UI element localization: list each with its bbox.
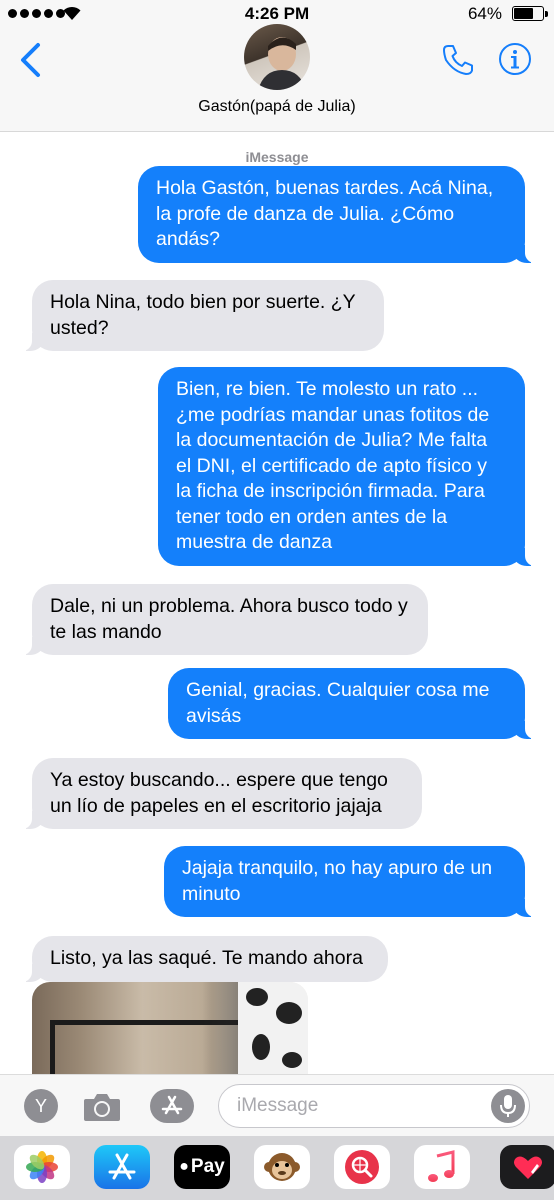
photos-icon bbox=[26, 1151, 58, 1183]
contact-name[interactable]: Gastón(papá de Julia) bbox=[0, 98, 554, 116]
chevron-left-icon[interactable] bbox=[18, 42, 42, 78]
apple-logo-icon: ● bbox=[179, 1158, 189, 1175]
app-store-icon bbox=[161, 1095, 183, 1115]
dictation-button[interactable] bbox=[491, 1089, 525, 1123]
web-search-app[interactable] bbox=[334, 1145, 390, 1189]
sent-message[interactable]: Genial, gracias. Cualquier cosa me avisá… bbox=[168, 668, 537, 739]
app-store-icon bbox=[108, 1153, 136, 1180]
conversation-header: Gastón(papá de Julia) bbox=[0, 24, 554, 132]
photos-app[interactable] bbox=[14, 1145, 70, 1189]
received-message[interactable]: Listo, ya las saqué. Te mando ahora bbox=[20, 936, 388, 982]
contact-avatar[interactable] bbox=[244, 24, 310, 90]
app-drawer: ● Pay bbox=[0, 1136, 554, 1200]
apple-pay-app[interactable]: ● Pay bbox=[174, 1145, 230, 1189]
battery-icon bbox=[512, 6, 548, 21]
image-attachment[interactable] bbox=[32, 982, 308, 1074]
photo-object bbox=[238, 982, 308, 1074]
app-store-app[interactable] bbox=[94, 1145, 150, 1189]
apple-pay-label: Pay bbox=[190, 1156, 225, 1177]
received-message[interactable]: Ya estoy buscando... espere que tengo un… bbox=[20, 758, 422, 829]
music-app[interactable] bbox=[414, 1145, 470, 1189]
animoji-app[interactable] bbox=[254, 1145, 310, 1189]
battery-percent: 64% bbox=[467, 4, 502, 23]
avatar-photo bbox=[258, 37, 306, 90]
music-icon bbox=[428, 1150, 455, 1182]
digital-touch-app[interactable] bbox=[500, 1145, 554, 1189]
monkey-animoji-icon bbox=[264, 1153, 300, 1181]
sent-message[interactable]: Bien, re bien. Te molesto un rato ... ¿m… bbox=[158, 367, 537, 566]
message-input[interactable] bbox=[237, 1091, 477, 1121]
sent-message[interactable]: Jajaja tranquilo, no hay apuro de un min… bbox=[164, 846, 537, 917]
camera-icon[interactable] bbox=[82, 1091, 122, 1123]
app-store-button[interactable] bbox=[150, 1089, 194, 1123]
composer-bar: Y bbox=[0, 1074, 554, 1136]
memoji-letter: Y bbox=[34, 1095, 47, 1116]
microphone-icon bbox=[500, 1095, 516, 1117]
received-message[interactable]: Hola Nina, todo bien por suerte. ¿Y uste… bbox=[20, 280, 384, 351]
web-search-icon bbox=[345, 1150, 379, 1184]
digital-touch-icon bbox=[514, 1156, 542, 1179]
sent-message[interactable]: Hola Gastón, buenas tardes. Acá Nina, la… bbox=[138, 166, 537, 263]
phone-icon[interactable] bbox=[440, 42, 476, 78]
message-input-field[interactable] bbox=[218, 1084, 530, 1128]
message-thread[interactable]: iMessage Hola Gastón, buenas tardes. Acá… bbox=[0, 132, 554, 1074]
received-message[interactable]: Dale, ni un problema. Ahora busco todo y… bbox=[20, 584, 428, 655]
memoji-button[interactable]: Y bbox=[24, 1089, 58, 1123]
service-label: iMessage bbox=[245, 149, 309, 165]
info-icon[interactable] bbox=[498, 42, 532, 76]
